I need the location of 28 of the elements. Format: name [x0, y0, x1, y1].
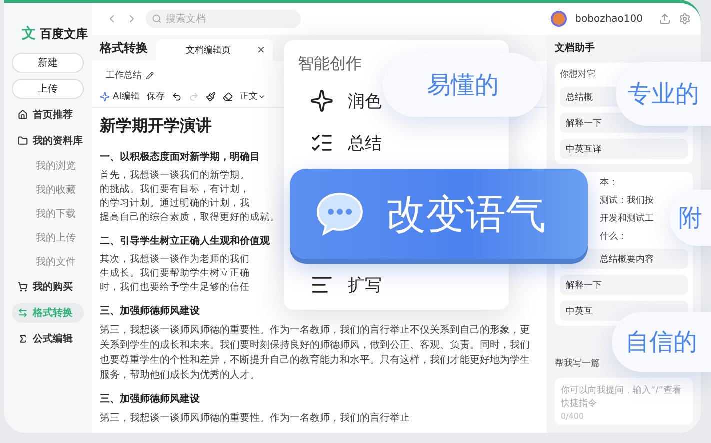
paragraph-line: 的挑战。我们要有目标，有计划， [100, 183, 250, 197]
answer-line: 本： [600, 177, 619, 189]
paragraph: 第三，我想谈一谈师风师德的重要性。作为一名教师，我们的言行举止 [100, 412, 411, 426]
prompt-text: 你想对它 [560, 68, 597, 81]
char-counter: 0/400 [561, 412, 586, 421]
section-heading: 三、加强师德师风建设 [100, 392, 201, 406]
page-title: 格式转换 [100, 40, 148, 56]
paragraph-line: 的学习计划。通过明确的计划，我 [100, 197, 250, 211]
answer-line: 什么： [600, 231, 628, 243]
section-heading: 二、引导学生树立正确人生观和价值观 [100, 234, 271, 248]
paragraph-line: 提高自己的综合素质，取得更好的成就。 [100, 211, 280, 225]
answer-line: 开发和测试工 [600, 213, 655, 225]
answer-line: 测试：我们按 [600, 195, 655, 207]
logo-mark: 文 [22, 25, 36, 43]
logo-text: 百度文库 [40, 26, 88, 42]
username: bobozhao100 [575, 14, 643, 24]
menu-title: 智能创作 [298, 54, 363, 75]
paragraph-line: 首先，我想谈一谈我们的新学期。 [100, 169, 250, 183]
paragraph: 第三，我想谈一谈师风师德的重要性。作为一名教师，我们的言行举止不仅关系到自己的形象，更关系到学生的成长和未来。我们要时刻保持良好的师德师风，做到公正、客观、负责。同时，我们也要尊重学生的个性和差异，不断提升自己的教育能力和水平。只有这样，我们才能更好地为学生服务，帮助他们成长为优秀的人才。 [100, 324, 531, 383]
paragraph-line: 其次，我想谈一谈作为老师的我们 [100, 253, 250, 267]
section-heading: 一、以积极态度面对新学期，明确目 [100, 150, 261, 164]
panel-title: 文档助手 [555, 42, 596, 55]
section-heading: 三、加强师德师风建设 [100, 304, 201, 318]
breadcrumb: 工作总结 [106, 70, 142, 82]
paragraph-line: 生成长。我们要帮助学生树立正确 [100, 267, 250, 281]
composer-label: 帮我写一篇 [555, 358, 601, 370]
document-title: 新学期开学演讲 [100, 116, 213, 137]
paragraph-line: 时，我们也要给予学生足够的信任 [100, 281, 250, 295]
